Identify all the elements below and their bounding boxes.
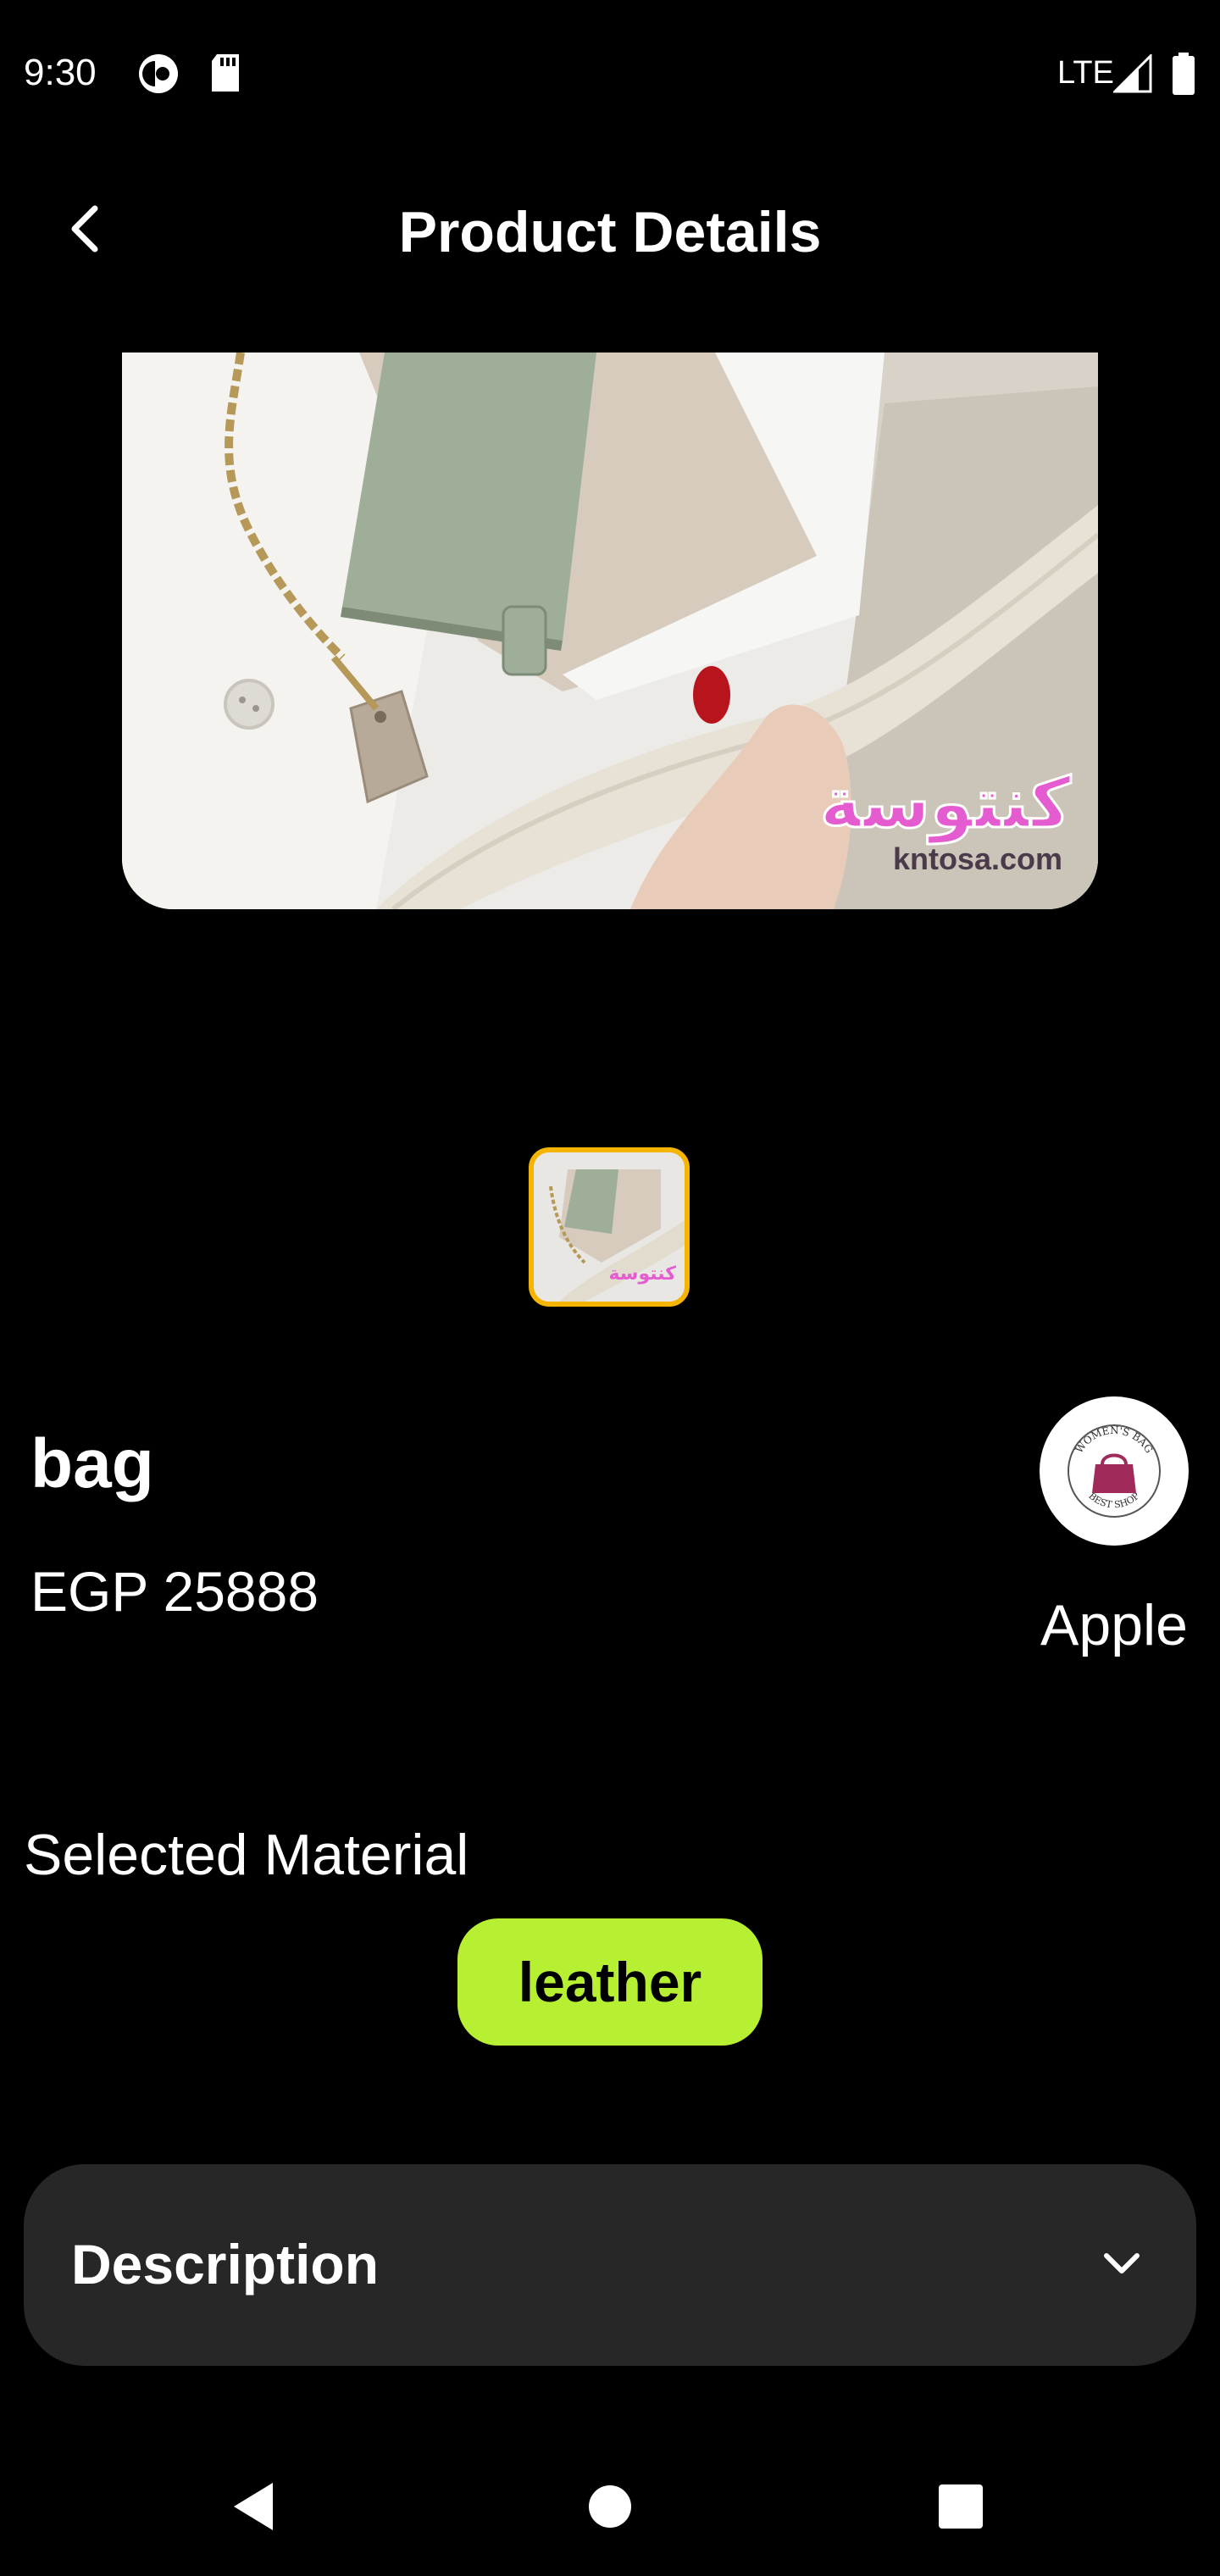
description-title: Description — [71, 2233, 380, 2296]
status-time: 9:30 — [24, 52, 97, 93]
description-panel[interactable]: Description — [24, 2164, 1196, 2366]
app-bar: Product Details — [0, 169, 1220, 288]
womens-bag-logo: WOMEN'S BAG BEST SHOP — [1068, 1424, 1161, 1518]
product-details-screen: 9:30 LTE Product Details كنتوسة kntosa.c… — [0, 0, 1220, 2576]
page-title: Product Details — [398, 200, 822, 264]
nav-home-button[interactable] — [568, 2464, 652, 2549]
product-name: bag — [30, 1425, 154, 1502]
gallery-thumbnail[interactable]: كنتوسة — [529, 1147, 690, 1307]
watermark-domain: kntosa.com — [893, 841, 1062, 876]
signal-icon — [1113, 54, 1152, 93]
sd-card-icon — [212, 54, 239, 92]
status-bar: 9:30 LTE — [0, 0, 1220, 144]
brand-logo[interactable]: WOMEN'S BAG BEST SHOP — [1040, 1396, 1189, 1546]
svg-text:WOMEN'S BAG: WOMEN'S BAG — [1073, 1424, 1156, 1455]
system-nav-bar — [0, 2440, 1220, 2576]
chevron-down-icon[interactable] — [1095, 2237, 1149, 2291]
nav-recents-button[interactable] — [918, 2464, 1003, 2549]
privacy-dot-icon — [139, 54, 178, 93]
recents-square-icon — [939, 2484, 983, 2529]
logo-top-text: WOMEN'S BAG — [1073, 1424, 1156, 1455]
back-triangle-icon — [234, 2483, 273, 2530]
thumb-watermark: كنتوسة — [608, 1263, 676, 1285]
handbag-photo: كنتوسة kntosa.com — [122, 353, 1098, 909]
network-type: LTE — [1057, 55, 1114, 91]
product-main-image[interactable]: كنتوسة kntosa.com — [122, 353, 1098, 909]
watermark-arabic: كنتوسة — [820, 763, 1072, 844]
handbag-thumbnail: كنتوسة — [534, 1152, 685, 1302]
material-label: Selected Material — [24, 1823, 469, 1887]
brand-name[interactable]: Apple — [1000, 1591, 1220, 1659]
home-circle-icon — [589, 2485, 631, 2528]
product-price: EGP 25888 — [30, 1560, 319, 1623]
battery-icon — [1173, 53, 1195, 95]
material-chip-leather[interactable]: leather — [458, 1918, 762, 2046]
nav-back-button[interactable] — [212, 2464, 297, 2549]
